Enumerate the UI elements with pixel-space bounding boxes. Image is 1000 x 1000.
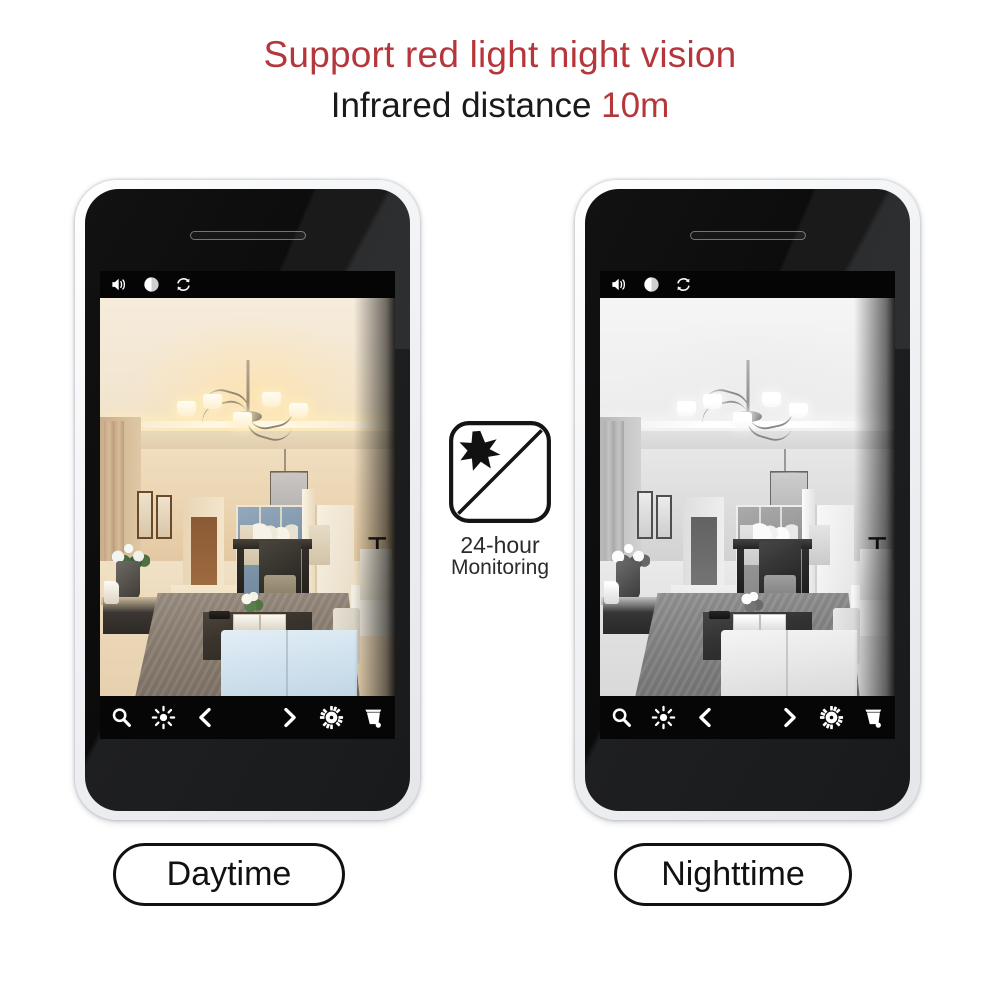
zoom-magnifier-icon[interactable] bbox=[609, 705, 634, 730]
phone-body bbox=[85, 189, 410, 811]
flower-arrangement bbox=[238, 588, 266, 615]
chandelier-bulb bbox=[676, 401, 696, 417]
chandelier-bulb bbox=[232, 411, 252, 427]
24-hour-monitoring-badge: 24-hour Monitoring bbox=[432, 420, 568, 579]
badge-caption: 24-hour Monitoring bbox=[432, 533, 568, 579]
bottom-bar-right-group bbox=[277, 705, 386, 730]
headline-secondary-accent: 10m bbox=[601, 86, 670, 125]
volume-speaker-icon[interactable] bbox=[110, 275, 129, 294]
framed-picture bbox=[156, 495, 173, 539]
plant-vase bbox=[616, 560, 640, 601]
zoom-magnifier-icon[interactable] bbox=[109, 705, 134, 730]
phone-mockup-daytime bbox=[75, 180, 420, 820]
trash-bin-icon[interactable] bbox=[361, 705, 386, 730]
app-top-bar bbox=[600, 271, 895, 298]
bottom-bar-right-group bbox=[777, 705, 886, 730]
settings-gear-icon[interactable] bbox=[819, 705, 844, 730]
earpiece-speaker-slot bbox=[189, 231, 306, 240]
label-pill-daytime: Daytime bbox=[113, 843, 345, 906]
chandelier-bulb bbox=[288, 403, 308, 419]
chevron-left-icon[interactable] bbox=[693, 705, 718, 730]
label-pill-nighttime: Nighttime bbox=[614, 843, 852, 906]
headline-primary: Support red light night vision bbox=[263, 34, 737, 75]
ottoman bbox=[720, 630, 857, 696]
badge-icon-box bbox=[448, 420, 552, 524]
trash-bin-icon[interactable] bbox=[861, 705, 886, 730]
headline-block: Support red light night vision Infrared … bbox=[0, 30, 1000, 132]
app-bottom-bar bbox=[600, 696, 895, 739]
open-book bbox=[732, 614, 786, 632]
framed-picture bbox=[636, 491, 654, 539]
phone-screen-nighttime bbox=[600, 271, 895, 739]
side-table bbox=[859, 548, 893, 601]
contrast-half-circle-icon[interactable] bbox=[642, 275, 661, 294]
framed-picture bbox=[136, 491, 154, 539]
volume-speaker-icon[interactable] bbox=[610, 275, 629, 294]
app-bottom-bar bbox=[100, 696, 395, 739]
contrast-half-circle-icon[interactable] bbox=[142, 275, 161, 294]
phone-mockup-nighttime bbox=[575, 180, 920, 820]
phone-body bbox=[585, 189, 910, 811]
chevron-right-icon[interactable] bbox=[777, 705, 802, 730]
chandelier-bulb bbox=[703, 393, 723, 409]
ottoman bbox=[220, 630, 357, 696]
chandelier-bulb bbox=[203, 393, 223, 409]
white-jug bbox=[604, 580, 620, 605]
chandelier-bulb bbox=[262, 391, 282, 407]
badge-caption-line2: Monitoring bbox=[450, 556, 550, 580]
earpiece-speaker-slot bbox=[689, 231, 806, 240]
remote-control bbox=[709, 610, 730, 619]
open-book bbox=[232, 614, 286, 632]
wooden-door bbox=[691, 516, 717, 595]
chandelier-bulb bbox=[762, 391, 782, 407]
remote-control bbox=[209, 610, 230, 619]
chandelier-bulb bbox=[176, 401, 196, 417]
app-top-bar bbox=[100, 271, 395, 298]
side-table bbox=[359, 548, 393, 601]
settings-gear-icon[interactable] bbox=[319, 705, 344, 730]
flower-arrangement bbox=[738, 588, 766, 615]
badge-caption-line1: 24-hour bbox=[460, 532, 540, 558]
pendant-lamp-cord bbox=[284, 449, 287, 474]
white-jug bbox=[104, 580, 120, 605]
dining-chair bbox=[309, 524, 331, 565]
camera-feed-nighttime bbox=[600, 298, 895, 696]
rotate-refresh-icon[interactable] bbox=[174, 275, 193, 294]
rotate-refresh-icon[interactable] bbox=[674, 275, 693, 294]
bottom-bar-left-group bbox=[109, 705, 218, 730]
phone-screen-daytime bbox=[100, 271, 395, 739]
headline-secondary: Infrared distance 10m bbox=[0, 80, 1000, 132]
bottom-bar-left-group bbox=[609, 705, 718, 730]
chandelier-bulb bbox=[732, 411, 752, 427]
headline-secondary-prefix: Infrared distance bbox=[330, 86, 602, 125]
chandelier-bulb bbox=[788, 403, 808, 419]
brightness-sun-icon[interactable] bbox=[151, 705, 176, 730]
product-feature-graphic: Support red light night vision Infrared … bbox=[0, 0, 1000, 1000]
pendant-lamp-cord bbox=[784, 449, 787, 474]
dining-chair bbox=[809, 524, 831, 565]
chevron-right-icon[interactable] bbox=[277, 705, 302, 730]
plant-vase bbox=[116, 560, 140, 601]
camera-feed-daytime bbox=[100, 298, 395, 696]
framed-picture bbox=[656, 495, 673, 539]
brightness-sun-icon[interactable] bbox=[651, 705, 676, 730]
chevron-left-icon[interactable] bbox=[193, 705, 218, 730]
wooden-door bbox=[191, 516, 217, 595]
